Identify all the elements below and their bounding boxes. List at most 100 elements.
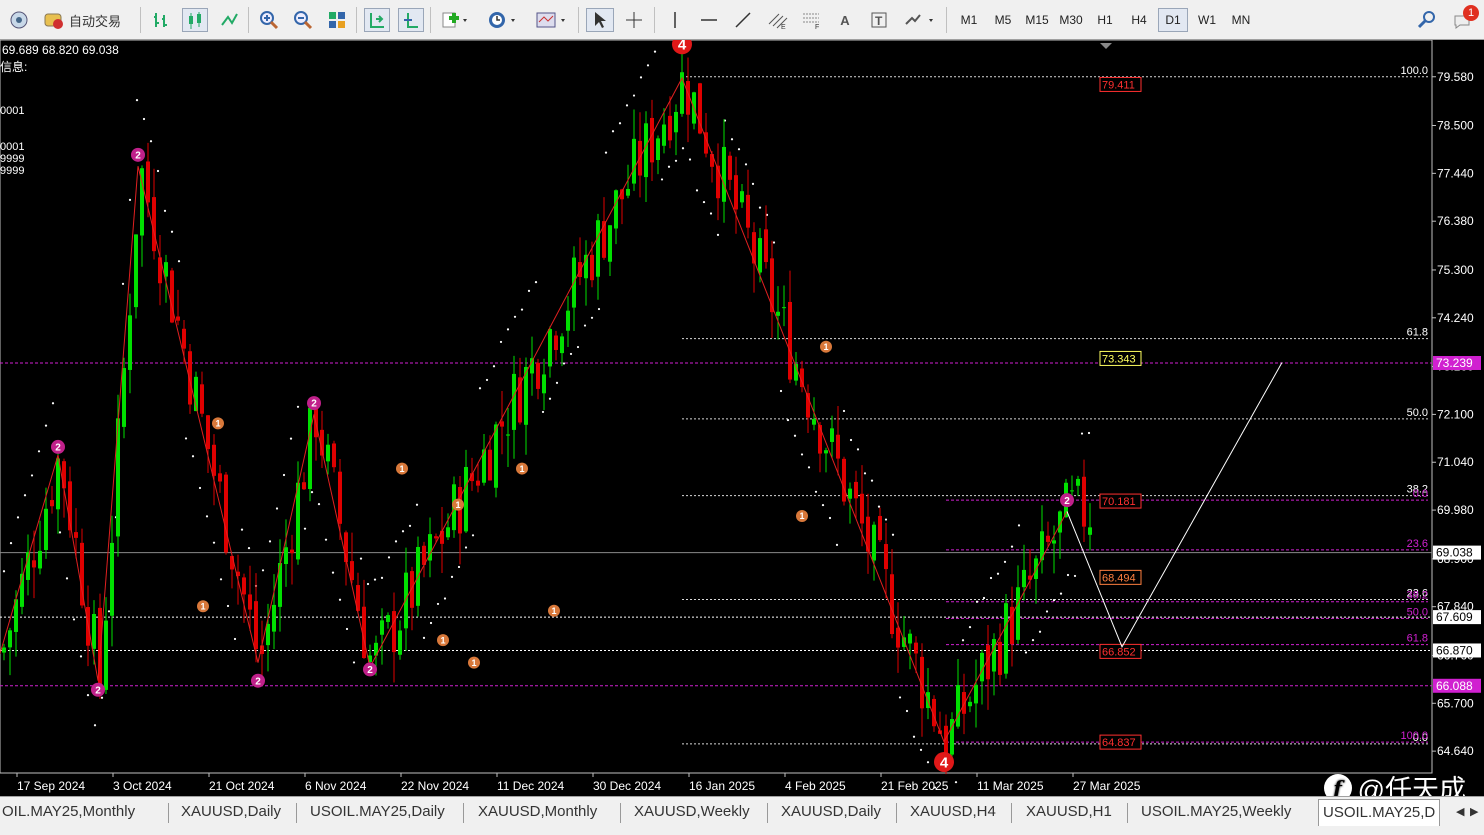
price-tick-label: 71.040	[1437, 455, 1474, 469]
candle-body	[122, 368, 126, 427]
notifications-button[interactable]: 1	[1448, 5, 1480, 32]
plot-frame	[0, 40, 1433, 774]
tab-xauusd-daily[interactable]: XAUUSD,Daily	[181, 801, 281, 823]
candle-body	[476, 480, 480, 486]
equidistant-channel-icon[interactable]: E	[764, 8, 792, 32]
candlestick-icon[interactable]	[182, 8, 208, 32]
arrows-button[interactable]	[900, 8, 938, 32]
tab-usoil-weekly[interactable]: USOIL.MAY25,Weekly	[1141, 801, 1291, 823]
candle-body	[746, 194, 750, 228]
trendline-icon[interactable]	[730, 8, 756, 32]
sar-dot	[212, 541, 216, 544]
templates-button[interactable]	[532, 8, 570, 32]
candle-body	[248, 594, 252, 610]
text-label-icon[interactable]: T	[866, 8, 892, 32]
fib-value-text: 64.837	[1102, 737, 1136, 749]
fib-value-text: 68.494	[1102, 572, 1136, 584]
tab-scroll-right-icon[interactable]: ▶	[1470, 805, 1478, 818]
sar-dot	[198, 486, 202, 490]
candle-body	[2, 647, 6, 653]
tf-m1[interactable]: M1	[954, 8, 984, 32]
tab-usoil-d1-active[interactable]: USOIL.MAY25,D	[1318, 799, 1441, 826]
candle-body	[326, 444, 330, 462]
tab-xauusd-h1[interactable]: XAUUSD,H1	[1026, 801, 1112, 823]
tile-windows-icon[interactable]	[324, 8, 350, 32]
search-icon[interactable]	[1414, 8, 1440, 32]
line-chart-icon[interactable]	[216, 8, 242, 32]
sar-dot	[415, 503, 419, 506]
tf-h1[interactable]: H1	[1090, 8, 1120, 32]
fibonacci-icon[interactable]: F	[798, 8, 826, 32]
wave-label-text: 1	[200, 601, 205, 611]
candle-body	[350, 561, 354, 581]
tab-xauusd-monthly[interactable]: XAUUSD,Monthly	[478, 801, 597, 823]
tf-m5[interactable]: M5	[988, 8, 1018, 32]
tab-xauusd-h4[interactable]: XAUUSD,H4	[910, 801, 996, 823]
candle-body	[668, 115, 672, 141]
candle-body	[836, 434, 840, 459]
wave-label-text: 2	[1064, 496, 1070, 507]
candle-body	[32, 560, 36, 568]
bar-chart-icon[interactable]	[148, 8, 174, 32]
sar-dot	[884, 518, 888, 521]
sar-dot	[716, 233, 720, 236]
time-tick-label: 27 Mar 2025	[1073, 779, 1141, 793]
sar-dot	[912, 735, 916, 738]
price-chart[interactable]: 100.0 61.8 50.0 38.2 23.6 0.0 0.0 23.6 38.2 50.0 6…	[0, 40, 1484, 796]
candle-body	[848, 488, 852, 499]
tf-m15[interactable]: M15	[1022, 8, 1052, 32]
autotrade-button[interactable]: 自动交易	[40, 8, 132, 32]
crosshair-icon[interactable]	[620, 8, 648, 32]
fib-value-text: 66.852	[1102, 646, 1136, 658]
candle-body	[914, 642, 918, 654]
candle-body	[740, 191, 744, 203]
tab-xauusd-daily-2[interactable]: XAUUSD,Daily	[781, 801, 881, 823]
candle-body	[884, 544, 888, 570]
tf-d1[interactable]: D1	[1158, 8, 1188, 32]
candle-body	[968, 701, 972, 707]
tab-xauusd-weekly[interactable]: XAUUSD,Weekly	[634, 801, 750, 823]
chart-shift-icon[interactable]	[398, 8, 424, 32]
text-tool-icon[interactable]: A	[832, 8, 858, 32]
sar-dot	[177, 260, 181, 263]
sar-dot	[730, 138, 734, 141]
candle-body	[500, 421, 504, 427]
sar-dot	[303, 527, 307, 530]
fib-level-label: 50.0	[1407, 407, 1428, 419]
candle-body	[812, 418, 816, 425]
tf-mn[interactable]: MN	[1226, 8, 1256, 32]
time-tick-label: 17 Sep 2024	[17, 779, 85, 793]
periods-button[interactable]	[484, 8, 522, 32]
vertical-line-icon[interactable]	[662, 8, 688, 32]
time-tick-label: 22 Nov 2024	[401, 779, 469, 793]
terminal-icon[interactable]	[6, 8, 32, 32]
tab-oil-monthly[interactable]: OIL.MAY25,Monthly	[2, 801, 135, 823]
zoom-out-icon[interactable]	[290, 8, 316, 32]
autoscroll-icon[interactable]	[364, 8, 390, 32]
candle-body	[554, 335, 558, 350]
zoom-in-icon[interactable]	[256, 8, 282, 32]
tf-h4[interactable]: H4	[1124, 8, 1154, 32]
sar-dot	[674, 159, 678, 162]
sar-dot	[247, 547, 251, 550]
sar-dot	[275, 507, 279, 510]
tab-scroll-left-icon[interactable]: ◀	[1456, 805, 1464, 818]
cursor-icon[interactable]	[586, 8, 614, 32]
horizontal-line-icon[interactable]	[696, 8, 722, 32]
sar-dot	[548, 397, 552, 400]
candle-body	[464, 466, 468, 532]
price-tick-label: 74.240	[1437, 311, 1474, 325]
tab-usoil-daily[interactable]: USOIL.MAY25,Daily	[310, 801, 445, 823]
sar-dot	[464, 546, 468, 549]
tf-w1[interactable]: W1	[1192, 8, 1222, 32]
sar-dot	[457, 565, 461, 569]
tf-m30[interactable]: M30	[1056, 8, 1086, 32]
sar-dot	[681, 147, 685, 150]
sar-dot	[65, 577, 69, 580]
indicators-button[interactable]	[438, 8, 474, 32]
candle-body	[710, 154, 714, 167]
projection-line	[1066, 362, 1283, 649]
price-tag-text: 67.609	[1436, 610, 1473, 624]
candle-body	[614, 190, 618, 229]
sar-dot	[786, 418, 790, 422]
